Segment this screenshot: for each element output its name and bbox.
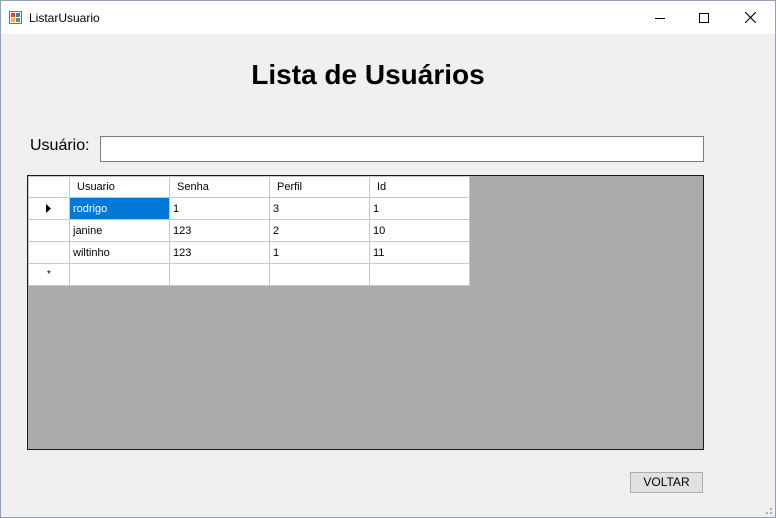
new-row-marker[interactable]: * bbox=[28, 263, 70, 286]
table-row[interactable]: rodrigo 1 3 1 bbox=[28, 197, 470, 220]
column-header-usuario[interactable]: Usuario bbox=[69, 176, 170, 198]
app-window: ListarUsuario Lista de Usuários Usuário: bbox=[0, 0, 776, 518]
table-cell[interactable] bbox=[69, 263, 170, 286]
current-row-arrow-icon bbox=[46, 204, 51, 213]
users-table: Usuario Senha Perfil Id rodrigo 1 3 1 ja… bbox=[28, 176, 470, 286]
resize-grip-icon[interactable] bbox=[761, 503, 773, 515]
user-label: Usuário: bbox=[30, 137, 90, 154]
table-cell[interactable]: 2 bbox=[269, 219, 370, 242]
window-title: ListarUsuario bbox=[29, 11, 100, 25]
user-search-input[interactable] bbox=[100, 136, 704, 162]
column-header-id[interactable]: Id bbox=[369, 176, 470, 198]
table-cell[interactable]: 123 bbox=[169, 219, 270, 242]
table-cell[interactable]: janine bbox=[69, 219, 170, 242]
maximize-button[interactable] bbox=[681, 1, 727, 34]
table-cell[interactable]: wiltinho bbox=[69, 241, 170, 264]
table-cell[interactable] bbox=[369, 263, 470, 286]
back-button[interactable]: VOLTAR bbox=[630, 472, 703, 493]
grid-corner-header[interactable] bbox=[28, 176, 70, 198]
table-row[interactable]: janine 123 2 10 bbox=[28, 219, 470, 242]
table-cell[interactable] bbox=[169, 263, 270, 286]
table-row[interactable]: wiltinho 123 1 11 bbox=[28, 241, 470, 264]
page-title: Lista de Usuários bbox=[251, 59, 485, 90]
users-data-grid[interactable]: Usuario Senha Perfil Id rodrigo 1 3 1 ja… bbox=[27, 175, 704, 450]
table-cell[interactable]: 3 bbox=[269, 197, 370, 220]
close-button[interactable] bbox=[727, 1, 773, 34]
column-header-senha[interactable]: Senha bbox=[169, 176, 270, 198]
table-cell[interactable]: 10 bbox=[369, 219, 470, 242]
maximize-icon bbox=[699, 12, 709, 23]
table-cell[interactable]: rodrigo bbox=[69, 197, 170, 220]
table-cell[interactable]: 123 bbox=[169, 241, 270, 264]
grid-header-row: Usuario Senha Perfil Id bbox=[28, 176, 470, 198]
row-header[interactable] bbox=[28, 219, 70, 242]
row-header[interactable] bbox=[28, 241, 70, 264]
minimize-button[interactable] bbox=[637, 1, 683, 34]
row-header[interactable] bbox=[28, 197, 70, 220]
table-cell[interactable] bbox=[269, 263, 370, 286]
table-cell[interactable]: 1 bbox=[369, 197, 470, 220]
new-row[interactable]: * bbox=[28, 263, 470, 286]
close-icon bbox=[744, 12, 756, 23]
table-cell[interactable]: 1 bbox=[169, 197, 270, 220]
minimize-icon bbox=[655, 17, 665, 19]
title-bar[interactable]: ListarUsuario bbox=[1, 1, 775, 34]
table-cell[interactable]: 11 bbox=[369, 241, 470, 264]
app-icon bbox=[9, 11, 22, 24]
column-header-perfil[interactable]: Perfil bbox=[269, 176, 370, 198]
table-cell[interactable]: 1 bbox=[269, 241, 370, 264]
